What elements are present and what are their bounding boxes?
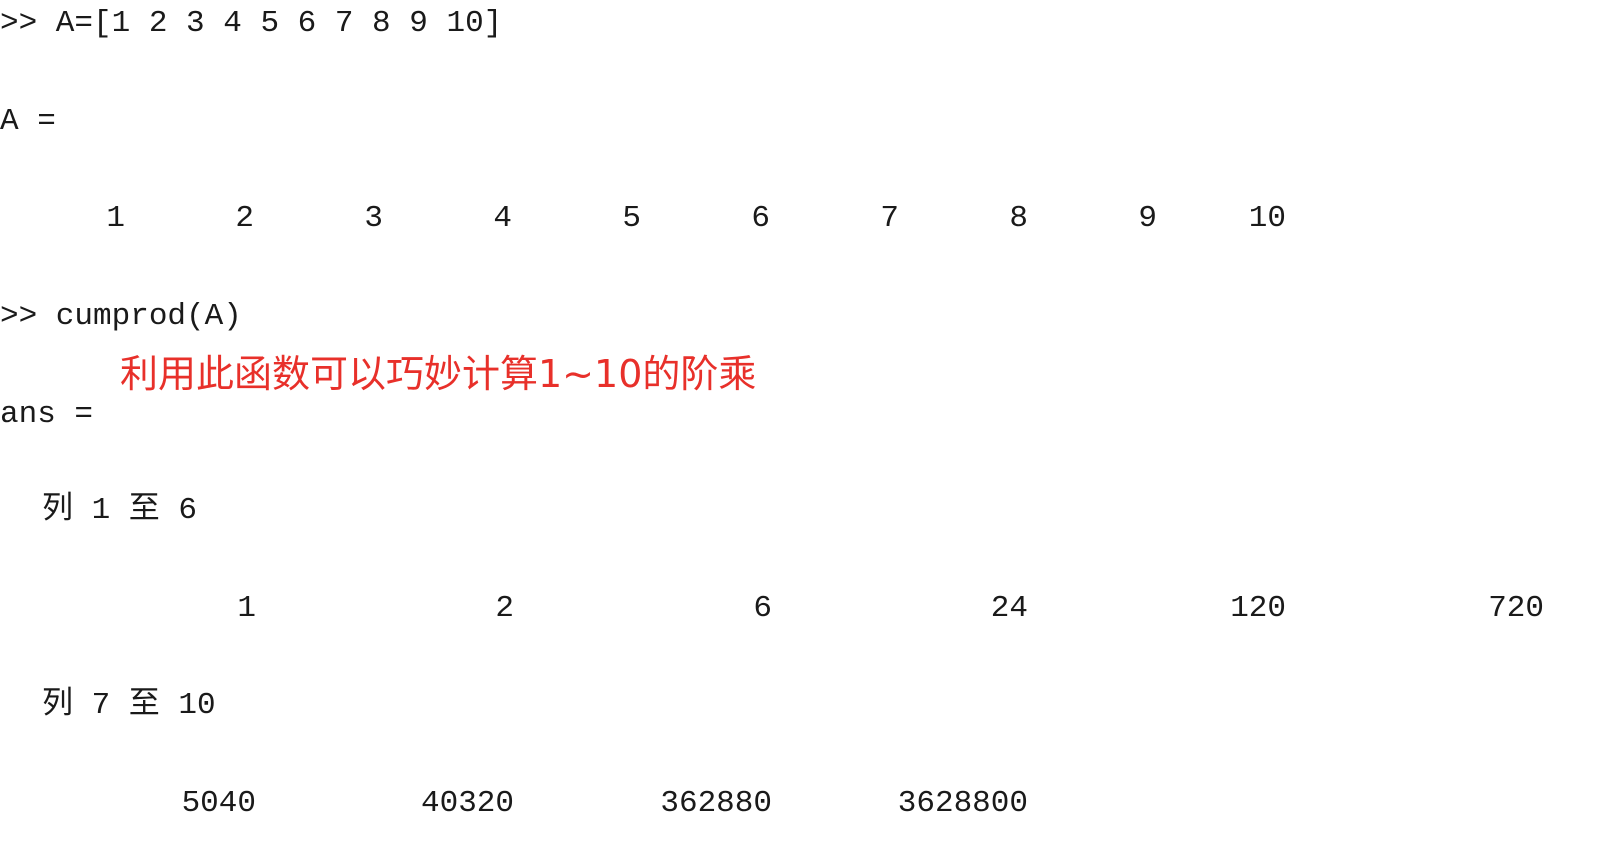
- columns-1-to-6-label: 列 1 至 6: [42, 493, 198, 528]
- columns-7-to-10-label: 列 7 至 10: [42, 688, 216, 723]
- result-value: 3628800: [897, 786, 1028, 821]
- result-value: 24: [990, 591, 1028, 626]
- command-window[interactable]: >> A=[1 2 3 4 5 6 7 8 9 10] A = 1 2 3 4 …: [0, 0, 1608, 859]
- ans-header: ans =: [0, 397, 94, 432]
- result-value: 6: [753, 591, 772, 626]
- result-value: 2: [495, 591, 514, 626]
- command-line-cumprod: >> cumprod(A): [0, 299, 242, 334]
- result-value: 720: [1488, 591, 1544, 626]
- array-a-value: 10: [1248, 201, 1286, 236]
- command-line-assign-a: >> A=[1 2 3 4 5 6 7 8 9 10]: [0, 6, 503, 41]
- result-value: 1: [237, 591, 256, 626]
- variable-a-header: A =: [0, 104, 56, 139]
- result-value: 362880: [660, 786, 772, 821]
- result-value: 40320: [420, 786, 514, 821]
- result-value: 5040: [181, 786, 256, 821]
- result-value: 120: [1230, 591, 1286, 626]
- red-annotation-note: 利用此函数可以巧妙计算1~10的阶乘: [120, 352, 757, 396]
